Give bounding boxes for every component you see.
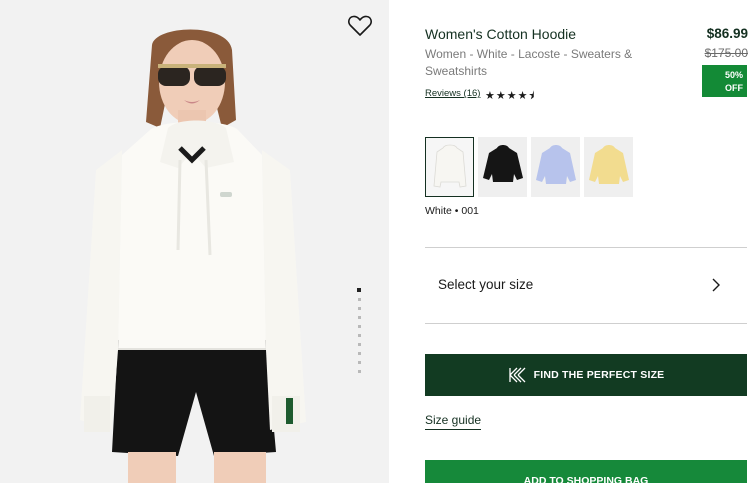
swatch-white[interactable]	[425, 137, 474, 197]
divider	[425, 323, 747, 324]
product-image	[80, 29, 306, 483]
gallery-dot[interactable]	[358, 298, 361, 301]
swatch-black[interactable]	[478, 137, 527, 197]
hoodie-yellow-thumb	[588, 145, 629, 184]
gallery-dot[interactable]	[358, 352, 361, 355]
gallery-pagination	[357, 288, 363, 379]
hoodie-blue-thumb	[535, 145, 576, 184]
gallery-dot[interactable]	[358, 361, 361, 364]
find-perfect-size-label: FIND THE PERFECT SIZE	[533, 369, 665, 381]
discount-off: OFF	[725, 83, 743, 93]
selected-color-label: White • 001	[425, 205, 479, 217]
gallery-dot-active[interactable]	[357, 288, 361, 292]
chevron-right-icon	[712, 278, 720, 292]
color-swatches	[425, 137, 633, 197]
heart-icon[interactable]	[347, 14, 373, 38]
select-size-label: Select your size	[438, 277, 534, 292]
gallery-dot[interactable]	[358, 370, 361, 373]
original-price: $175.00	[704, 46, 748, 60]
current-price: $86.99	[706, 26, 748, 41]
product-title: Women's Cotton Hoodie	[425, 26, 577, 42]
discount-badge: 50% OFF	[702, 65, 747, 97]
reviews-link[interactable]: Reviews (16)	[425, 88, 480, 99]
swatch-light-blue[interactable]	[531, 137, 580, 197]
discount-percent: 50%	[724, 70, 743, 80]
hoodie-black-thumb	[482, 145, 523, 182]
product-gallery[interactable]	[0, 0, 389, 483]
hoodie-white-thumb	[433, 144, 466, 188]
kiwi-size-icon	[508, 367, 526, 383]
gallery-dot[interactable]	[358, 334, 361, 337]
add-to-bag-button[interactable]: ADD TO SHOPPING BAG	[425, 460, 747, 483]
size-guide-link[interactable]: Size guide	[425, 413, 482, 430]
gallery-dot[interactable]	[358, 307, 361, 310]
divider	[425, 247, 747, 248]
gallery-dot[interactable]	[358, 316, 361, 319]
product-category: Women - White - Lacoste - Sweaters & Swe…	[425, 47, 633, 78]
select-size-button[interactable]: Select your size	[425, 249, 747, 323]
gallery-dot[interactable]	[358, 325, 361, 328]
product-info: Women's Cotton Hoodie Women - White - La…	[389, 0, 754, 483]
swatch-yellow[interactable]	[584, 137, 633, 197]
find-perfect-size-button[interactable]: FIND THE PERFECT SIZE	[425, 354, 747, 396]
gallery-dot[interactable]	[358, 343, 361, 346]
rating-stars: ★★★★⯨	[485, 90, 536, 102]
